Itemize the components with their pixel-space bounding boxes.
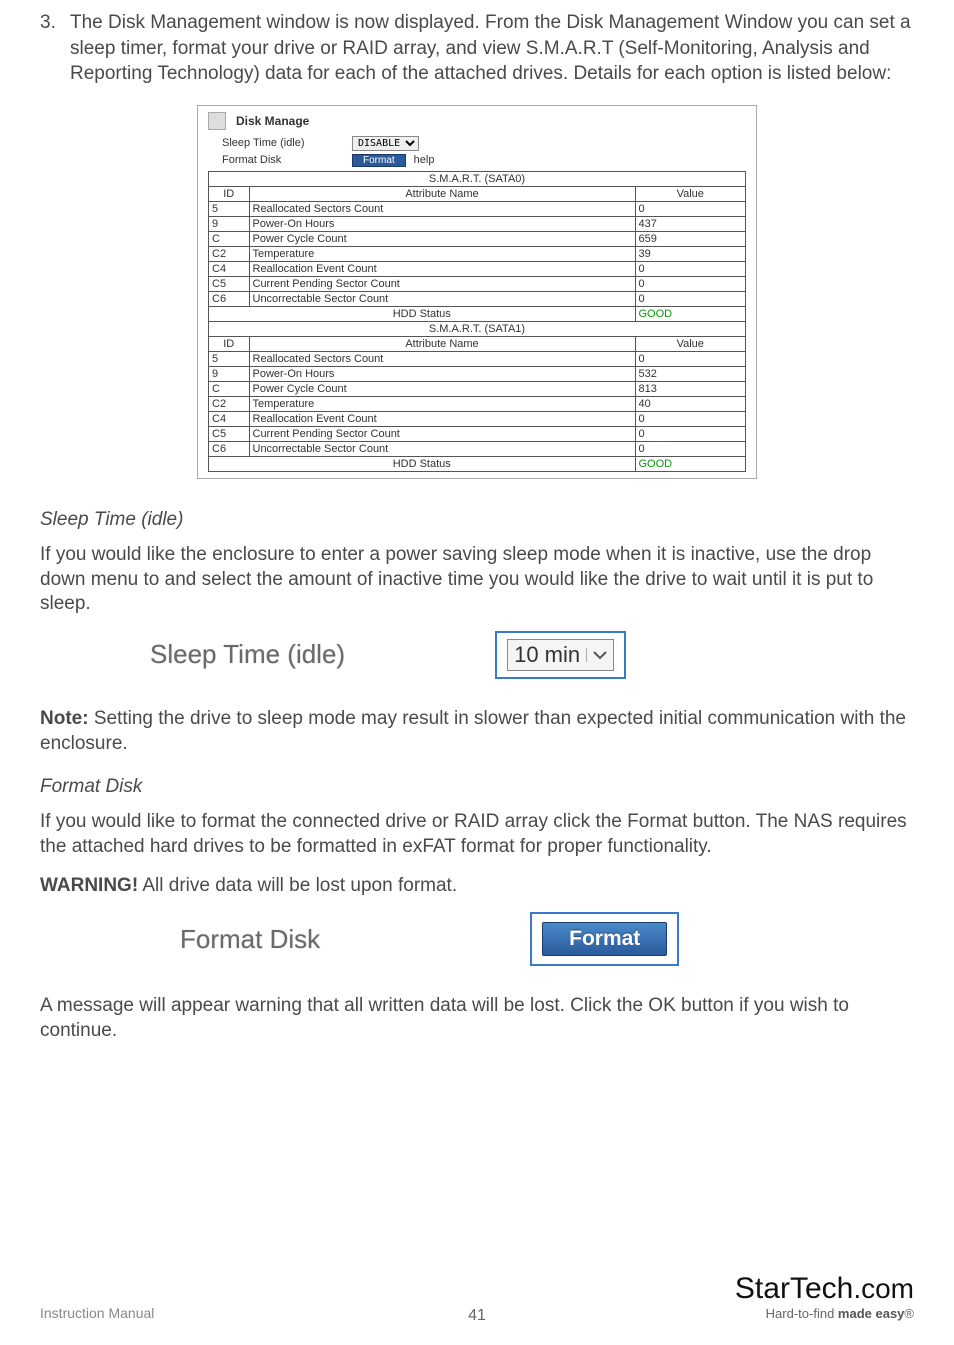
sleep-time-inset-label: Sleep Time (idle) [150, 639, 345, 670]
table-row: C2Temperature40 [209, 396, 745, 411]
help-link[interactable]: help [414, 154, 435, 166]
table-row: C2Temperature39 [209, 246, 745, 261]
col-id: ID [209, 187, 249, 202]
table-row: 9Power-On Hours532 [209, 366, 745, 381]
format-button[interactable]: Format [542, 922, 667, 956]
format-disk-heading: Format Disk [40, 776, 914, 798]
status-row: HDD StatusGOOD [209, 456, 745, 471]
table-row: C5Current Pending Sector Count0 [209, 276, 745, 291]
table-row: CPower Cycle Count813 [209, 381, 745, 396]
chevron-down-icon[interactable] [586, 648, 613, 662]
format-disk-inset: Format Disk Format [180, 912, 914, 966]
table-row: 9Power-On Hours437 [209, 216, 745, 231]
table-row: C6Uncorrectable Sector Count0 [209, 441, 745, 456]
format-disk-inset-label: Format Disk [180, 924, 320, 955]
sata0-header: S.M.A.R.T. (SATA0) [209, 172, 745, 187]
page-number: 41 [0, 1307, 954, 1325]
sleep-time-inset-select: 10 min [495, 631, 626, 679]
step-body: The Disk Management window is now displa… [70, 10, 914, 87]
status-badge: GOOD [635, 456, 745, 471]
disk-manage-icon [208, 112, 226, 130]
sleep-time-label: Sleep Time (idle) [222, 137, 352, 149]
sata1-header: S.M.A.R.T. (SATA1) [209, 322, 745, 337]
disk-manage-title: Disk Manage [236, 114, 309, 128]
col-attr: Attribute Name [249, 187, 635, 202]
table-row: C5Current Pending Sector Count0 [209, 426, 745, 441]
disk-manage-screenshot: Disk Manage Sleep Time (idle) DISABLE Fo… [197, 105, 757, 479]
col-attr: Attribute Name [249, 337, 635, 352]
format-disk-body: If you would like to format the connecte… [40, 810, 914, 859]
sleep-time-heading: Sleep Time (idle) [40, 509, 914, 531]
step-3: 3. The Disk Management window is now dis… [40, 10, 914, 87]
col-value: Value [635, 187, 745, 202]
format-disk-label: Format Disk [222, 154, 352, 166]
table-row: 5Reallocated Sectors Count0 [209, 351, 745, 366]
format-after-text: A message will appear warning that all w… [40, 994, 914, 1043]
status-row: HDD StatusGOOD [209, 306, 745, 321]
format-disk-inset-box: Format [530, 912, 679, 966]
sleep-time-select[interactable]: DISABLE [352, 136, 419, 151]
table-row: 5Reallocated Sectors Count0 [209, 201, 745, 216]
format-disk-warning: WARNING! All drive data will be lost upo… [40, 874, 914, 899]
step-number: 3. [40, 10, 70, 87]
sleep-time-value: 10 min [508, 640, 586, 670]
col-value: Value [635, 337, 745, 352]
table-row: C4Reallocation Event Count0 [209, 261, 745, 276]
sata0-table: ID Attribute Name Value 5Reallocated Sec… [209, 187, 745, 322]
smart-sata0: S.M.A.R.T. (SATA0) ID Attribute Name Val… [208, 171, 746, 472]
table-row: C6Uncorrectable Sector Count0 [209, 291, 745, 306]
sata1-table: ID Attribute Name Value 5Reallocated Sec… [209, 337, 745, 472]
note-text: Note: Setting the drive to sleep mode ma… [40, 707, 914, 756]
col-id: ID [209, 337, 249, 352]
table-row: C4Reallocation Event Count0 [209, 411, 745, 426]
sleep-time-body: If you would like the enclosure to enter… [40, 543, 914, 617]
format-button[interactable]: Format [352, 154, 406, 167]
table-row: CPower Cycle Count659 [209, 231, 745, 246]
status-badge: GOOD [635, 306, 745, 321]
sleep-time-inset: Sleep Time (idle) 10 min [150, 631, 914, 679]
